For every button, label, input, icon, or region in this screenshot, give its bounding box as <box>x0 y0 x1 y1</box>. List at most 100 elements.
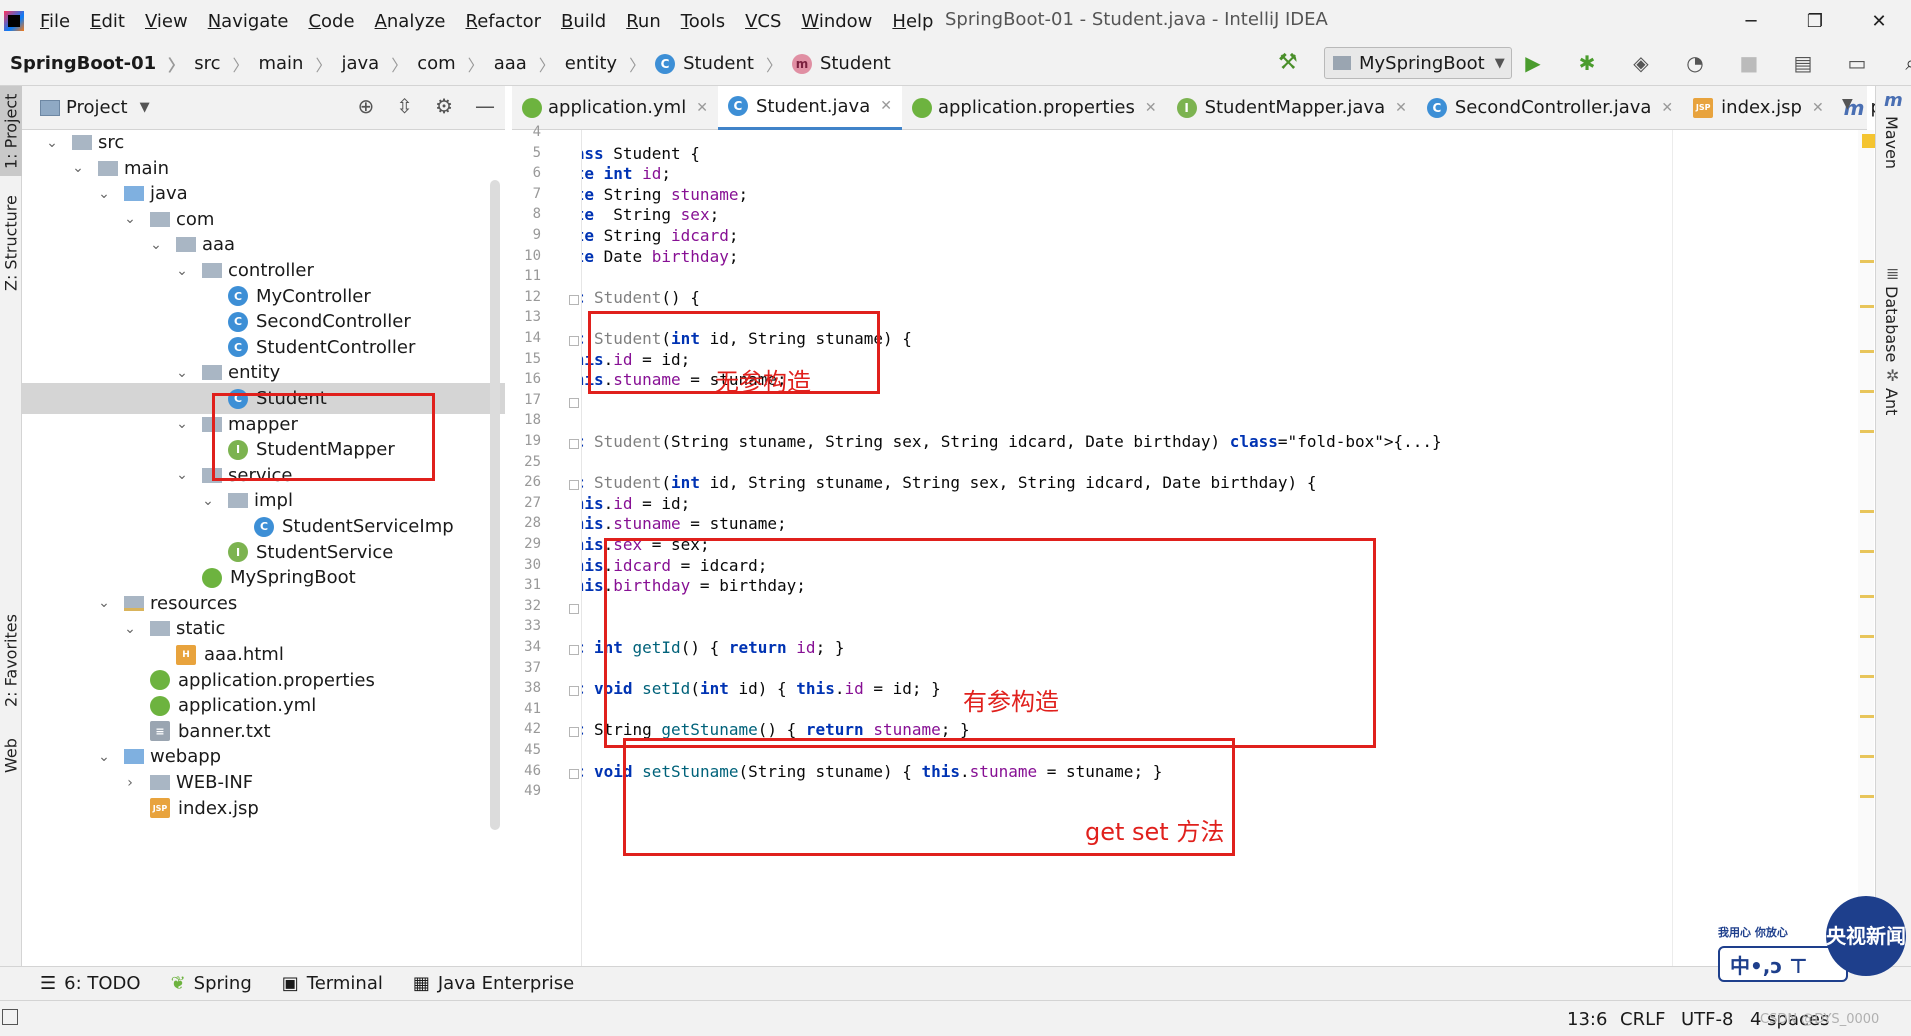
close-window-button[interactable]: ✕ <box>1847 0 1911 42</box>
build-hammer-icon[interactable]: ⚒ <box>1278 50 1298 75</box>
warning-mark[interactable] <box>1860 675 1874 678</box>
warning-mark[interactable] <box>1860 635 1874 638</box>
project-structure-icon[interactable]: ▤ <box>1790 50 1816 76</box>
warning-mark[interactable] <box>1860 430 1874 433</box>
minimize-button[interactable]: ─ <box>1719 0 1783 42</box>
file-encoding[interactable]: UTF-8 <box>1681 1009 1733 1030</box>
chevron-down-icon[interactable]: ⌄ <box>174 416 190 432</box>
editor-tab[interactable]: application.yml ✕ <box>512 86 718 130</box>
fold-toggle-icon[interactable] <box>569 439 579 449</box>
close-tab-icon[interactable]: ✕ <box>1812 100 1824 116</box>
chevron-down-icon[interactable]: ⌄ <box>122 621 138 637</box>
close-tab-icon[interactable]: ✕ <box>1661 100 1673 116</box>
fold-toggle-icon[interactable] <box>569 645 579 655</box>
search-icon[interactable]: ⌕ <box>1898 50 1911 76</box>
menu-analyze[interactable]: Analyze <box>375 11 446 32</box>
line-separator[interactable]: CRLF <box>1620 1009 1665 1030</box>
warning-mark[interactable] <box>1860 795 1874 798</box>
editor-tab[interactable]: I StudentMapper.java ✕ <box>1167 86 1417 130</box>
tab-maven[interactable]: Maven <box>1882 116 1901 169</box>
fold-toggle-icon[interactable] <box>569 336 579 346</box>
stop-icon[interactable]: ■ <box>1736 50 1762 76</box>
breadcrumb-item[interactable]: SpringBoot-01 〉 <box>0 52 184 76</box>
run-icon[interactable]: ▶ <box>1520 50 1546 76</box>
collapse-all-icon[interactable]: ⇳ <box>396 94 413 118</box>
breadcrumb-item[interactable]: com 〉 <box>407 52 483 76</box>
gear-icon[interactable]: ⚙ <box>435 94 453 118</box>
java-enterprise-tab[interactable]: ▦ Java Enterprise <box>413 973 574 994</box>
close-tab-icon[interactable]: ✕ <box>1145 100 1157 116</box>
warning-mark[interactable] <box>1860 510 1874 513</box>
breadcrumb-item[interactable]: main 〉 <box>248 52 331 76</box>
fold-toggle-icon[interactable] <box>569 603 579 614</box>
warning-mark[interactable] <box>1860 350 1874 353</box>
menu-window[interactable]: Window <box>801 11 872 32</box>
chevron-down-icon[interactable]: ⌄ <box>70 160 86 176</box>
breadcrumb-item[interactable]: entity 〉 <box>555 52 645 76</box>
menu-edit[interactable]: Edit <box>90 11 125 32</box>
fold-toggle-icon[interactable] <box>569 480 579 491</box>
profiler-icon[interactable]: ◔ <box>1682 50 1708 76</box>
run-config-select[interactable]: MySpringBoot ▼ <box>1324 47 1512 79</box>
locate-icon[interactable]: ⊕ <box>358 94 375 118</box>
tab-ant[interactable]: Ant <box>1882 388 1901 415</box>
error-stripe[interactable] <box>1858 130 1874 966</box>
breadcrumb-item[interactable]: C Student 〉 <box>645 52 782 76</box>
tree-scrollbar[interactable] <box>490 180 500 830</box>
fold-toggle-icon[interactable] <box>569 397 579 408</box>
close-tab-icon[interactable]: ✕ <box>696 100 708 116</box>
chevron-down-icon[interactable]: ⌄ <box>96 749 112 765</box>
chevron-down-icon[interactable]: ⌄ <box>174 467 190 483</box>
tabs-dropdown-chevron-icon[interactable]: ▼ <box>1842 96 1853 112</box>
tab-structure[interactable]: Z: Structure <box>0 188 22 298</box>
close-tab-icon[interactable]: ✕ <box>880 98 892 114</box>
editor-tab[interactable]: JSP index.jsp ✕ <box>1683 86 1834 130</box>
breadcrumb-item[interactable]: m Student <box>782 53 891 74</box>
fold-toggle-icon[interactable] <box>569 768 579 779</box>
menu-refactor[interactable]: Refactor <box>466 11 542 32</box>
chevron-down-icon[interactable]: ⌄ <box>96 186 112 202</box>
menu-navigate[interactable]: Navigate <box>208 11 289 32</box>
breadcrumb-item[interactable]: aaa 〉 <box>484 52 555 76</box>
menu-file[interactable]: File <box>40 11 70 32</box>
breadcrumb-item[interactable]: java 〉 <box>331 52 407 76</box>
caret-position[interactable]: 13:6 <box>1567 1009 1607 1030</box>
close-tab-icon[interactable]: ✕ <box>1395 100 1407 116</box>
spring-tab[interactable]: ❦ Spring <box>171 973 252 994</box>
warning-mark[interactable] <box>1860 305 1874 308</box>
menu-build[interactable]: Build <box>561 11 606 32</box>
menu-help[interactable]: Help <box>892 11 933 32</box>
hide-panel-icon[interactable]: — <box>475 94 495 118</box>
tree-item-index-jsp[interactable]: JSP index.jsp <box>22 793 505 824</box>
editor-tab[interactable]: C Student.java ✕ <box>717 85 902 130</box>
chevron-down-icon[interactable]: ⌄ <box>174 263 190 279</box>
menu-code[interactable]: Code <box>308 11 354 32</box>
maximize-button[interactable]: ❐ <box>1783 0 1847 42</box>
project-panel-title[interactable]: Project <box>66 97 128 118</box>
menu-tools[interactable]: Tools <box>681 11 725 32</box>
chevron-right-icon[interactable]: › <box>122 775 138 791</box>
menu-vcs[interactable]: VCS <box>745 11 781 32</box>
fold-toggle-icon[interactable] <box>569 294 579 305</box>
terminal-window-icon[interactable]: ▭ <box>1844 50 1870 76</box>
warning-mark[interactable] <box>1860 755 1874 758</box>
tab-database[interactable]: Database <box>1882 286 1901 362</box>
warning-mark[interactable] <box>1860 595 1874 598</box>
todo-tab[interactable]: ☰ 6: TODO <box>40 973 141 994</box>
coverage-icon[interactable]: ◈ <box>1628 50 1654 76</box>
fold-toggle-icon[interactable] <box>569 686 579 697</box>
menu-run[interactable]: Run <box>626 11 661 32</box>
chevron-down-icon[interactable]: ⌄ <box>200 493 216 509</box>
terminal-tab[interactable]: ▣ Terminal <box>282 973 383 994</box>
chevron-down-icon[interactable]: ⌄ <box>148 237 164 253</box>
tab-project[interactable]: 1: Project <box>0 86 22 176</box>
inspection-status-icon[interactable] <box>1862 134 1876 148</box>
menu-view[interactable]: View <box>145 11 188 32</box>
fold-toggle-icon[interactable] <box>569 727 579 738</box>
chevron-down-icon[interactable]: ⌄ <box>174 365 190 381</box>
chevron-down-icon[interactable]: ▼ <box>140 100 150 115</box>
tool-windows-toggle-icon[interactable] <box>2 1009 18 1025</box>
warning-mark[interactable] <box>1860 550 1874 553</box>
warning-mark[interactable] <box>1860 260 1874 263</box>
chevron-down-icon[interactable]: ⌄ <box>122 211 138 227</box>
